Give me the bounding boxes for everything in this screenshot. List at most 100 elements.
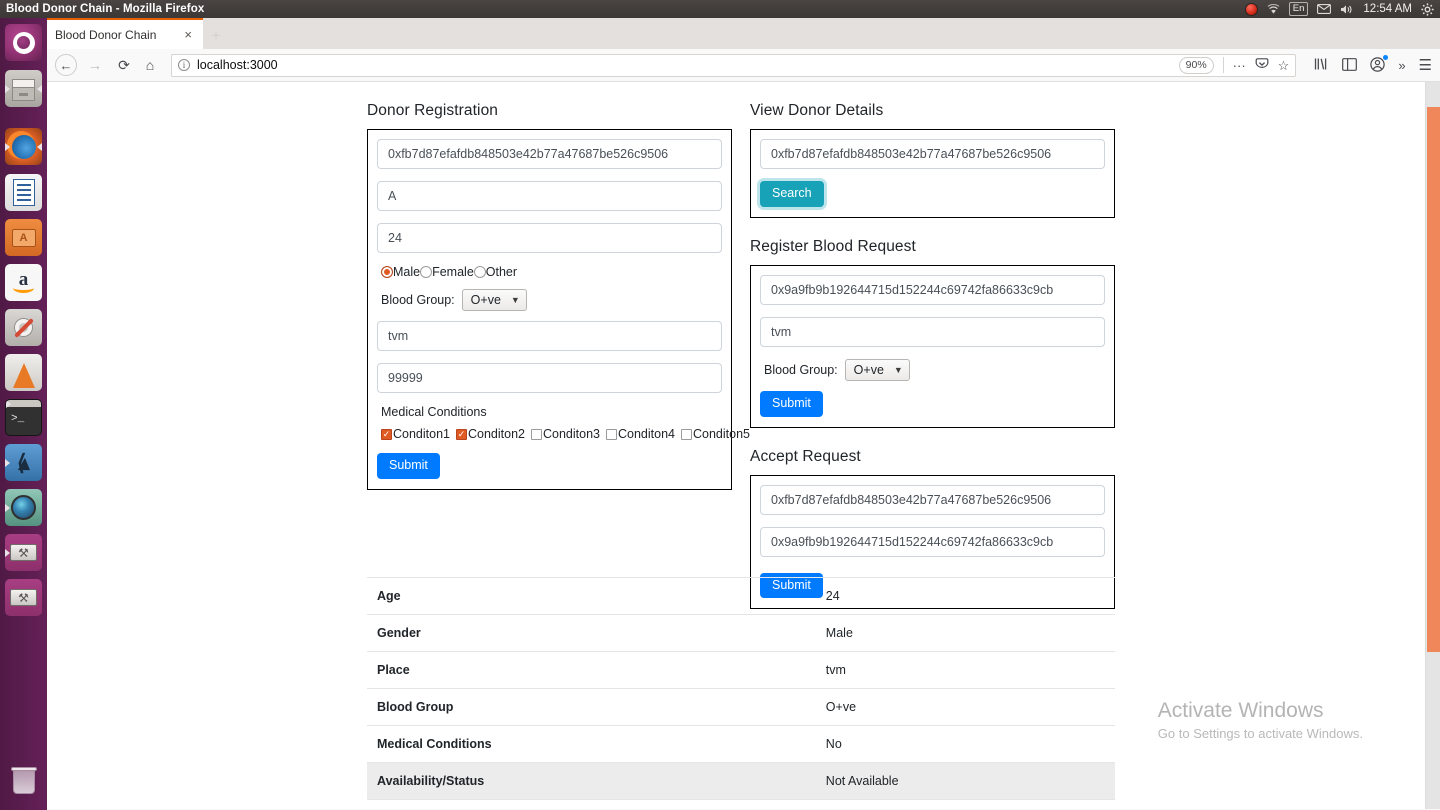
home-icon[interactable]: ⌂	[137, 52, 163, 78]
row-value: Not Available	[815, 762, 1115, 800]
register-request-submit-button[interactable]: Submit	[760, 390, 823, 417]
donor-blood-group-select[interactable]: O+ve ▼	[461, 289, 527, 311]
launcher-item-amazon[interactable]: a	[5, 264, 42, 301]
bookmark-star-icon[interactable]: ☆	[1278, 59, 1290, 72]
table-row[interactable]: Availability/Status Not Available	[367, 762, 1115, 800]
firefox-window: Blood Donor Chain × + ← → ⟳ ⌂ i localhos…	[47, 18, 1440, 810]
radio-female-icon[interactable]	[420, 266, 433, 278]
row-value: O+ve	[815, 688, 1115, 726]
donor-blood-group-row: Blood Group: O+ve ▼	[381, 289, 722, 311]
row-key: Gender	[367, 614, 816, 652]
record-icon[interactable]	[1244, 2, 1258, 16]
condition-option-4[interactable]: Conditon4	[606, 427, 675, 441]
reload-icon[interactable]: ⟳	[111, 52, 137, 78]
launcher-item-ubuntu-software[interactable]: A	[5, 219, 42, 256]
row-value: tvm	[815, 651, 1115, 689]
view-donor-details-panel: Search	[750, 129, 1115, 218]
gender-option-female[interactable]: Female	[420, 265, 474, 279]
launcher-item-usb-drive-1[interactable]: ⚒	[5, 534, 42, 571]
checkbox-condition5-icon[interactable]	[681, 428, 692, 440]
address-bar[interactable]: i localhost :3000 90% ··· ☆	[171, 53, 1297, 77]
app-menu-icon[interactable]: ☰	[1419, 58, 1432, 73]
radio-male-icon[interactable]	[381, 266, 393, 278]
donor-name-input[interactable]	[377, 181, 722, 211]
donor-place-input[interactable]	[377, 321, 722, 351]
launcher-item-vscode[interactable]: ⟨ ▴	[5, 444, 42, 481]
request-blood-group-value: O+ve	[853, 362, 884, 377]
table-row[interactable]: Age 24	[367, 577, 1115, 615]
toolbar-divider	[1222, 57, 1224, 73]
site-info-icon[interactable]: i	[178, 59, 190, 71]
launcher-item-files[interactable]	[5, 70, 42, 107]
launcher-item-libreoffice-writer[interactable]	[5, 174, 42, 211]
gender-other-label: Other	[485, 265, 518, 279]
row-value: No	[815, 725, 1115, 763]
launcher-item-vlc[interactable]	[5, 354, 42, 391]
pocket-icon[interactable]	[1255, 57, 1269, 73]
zoom-level-indicator[interactable]: 90%	[1178, 56, 1214, 74]
volume-icon[interactable]	[1340, 4, 1354, 15]
launcher-item-system-tools[interactable]	[5, 309, 42, 346]
library-icon[interactable]	[1314, 57, 1329, 73]
launcher-item-globe-app[interactable]	[5, 489, 42, 526]
table-row[interactable]: Token 5	[367, 799, 1115, 809]
row-value: 5	[815, 799, 1115, 809]
account-icon[interactable]	[1370, 54, 1389, 74]
donor-phone-input[interactable]	[377, 363, 722, 393]
gender-option-male[interactable]: Male	[381, 265, 420, 279]
medical-conditions-checkbox-group: Conditon1 Conditon2 Conditon3 Condi	[381, 427, 750, 441]
more-tools-icon[interactable]: »	[1398, 59, 1405, 72]
back-icon[interactable]: ←	[55, 54, 77, 76]
table-row[interactable]: Blood Group O+ve	[367, 688, 1115, 726]
gender-option-other[interactable]: Other	[473, 265, 518, 279]
request-blood-group-select[interactable]: O+ve ▼	[844, 358, 910, 381]
new-tab-button[interactable]: +	[211, 27, 221, 44]
checkbox-condition3-icon[interactable]	[531, 428, 542, 440]
chevron-down-icon: ▼	[893, 364, 903, 375]
view-donor-address-input[interactable]	[760, 139, 1105, 169]
accept-requester-address-input[interactable]	[760, 526, 1105, 557]
activate-windows-watermark: Activate Windows Go to Settings to activ…	[1158, 698, 1363, 744]
launcher-item-terminal[interactable]: >_	[5, 399, 42, 436]
register-blood-request-title: Register Blood Request	[750, 237, 916, 255]
condition-option-5[interactable]: Conditon5	[681, 427, 750, 441]
launcher-item-ubuntu-dash[interactable]	[5, 24, 42, 61]
table-row[interactable]: Gender Male	[367, 614, 1115, 652]
checkbox-condition1-icon[interactable]	[381, 428, 392, 440]
condition-option-1[interactable]: Conditon1	[381, 427, 450, 441]
chevron-down-icon: ▼	[510, 295, 520, 305]
wifi-icon[interactable]	[1267, 3, 1280, 15]
checkbox-condition4-icon[interactable]	[606, 428, 617, 440]
request-address-input[interactable]	[760, 274, 1105, 305]
radio-other-icon[interactable]	[473, 266, 486, 278]
checkbox-condition2-icon[interactable]	[456, 428, 467, 440]
request-blood-group-row: Blood Group: O+ve ▼	[764, 358, 1105, 381]
window-title: Blood Donor Chain - Mozilla Firefox	[6, 3, 205, 15]
table-row[interactable]: Place tvm	[367, 651, 1115, 689]
gear-icon[interactable]	[1421, 2, 1434, 16]
launcher-item-usb-drive-2[interactable]: ⚒	[5, 579, 42, 616]
launcher-item-firefox[interactable]	[5, 128, 42, 165]
launcher-item-trash[interactable]	[5, 763, 42, 800]
table-row[interactable]: Medical Conditions No	[367, 725, 1115, 763]
request-place-input[interactable]	[760, 316, 1105, 347]
accept-donor-address-input[interactable]	[760, 484, 1105, 515]
tab-blood-donor-chain[interactable]: Blood Donor Chain ×	[47, 18, 203, 49]
page-scrollbar[interactable]	[1425, 82, 1440, 809]
scrollbar-thumb[interactable]	[1427, 107, 1440, 652]
donor-address-input[interactable]	[377, 139, 722, 169]
page-actions-icon[interactable]: ···	[1233, 59, 1246, 72]
close-icon[interactable]: ×	[181, 28, 195, 41]
condition-option-3[interactable]: Conditon3	[531, 427, 600, 441]
url-host: localhost	[197, 58, 247, 72]
donor-registration-submit-button[interactable]: Submit	[377, 453, 440, 479]
view-donor-search-button[interactable]: Search	[760, 181, 824, 207]
account-notification-dot	[1383, 54, 1389, 60]
mail-icon[interactable]	[1317, 4, 1332, 14]
system-clock[interactable]: 12:54 AM	[1363, 3, 1412, 15]
keyboard-layout-indicator[interactable]: En	[1288, 2, 1309, 16]
donor-age-input[interactable]	[377, 223, 722, 253]
forward-icon[interactable]: →	[82, 52, 108, 78]
sidebar-icon[interactable]	[1342, 57, 1358, 73]
condition-option-2[interactable]: Conditon2	[456, 427, 525, 441]
